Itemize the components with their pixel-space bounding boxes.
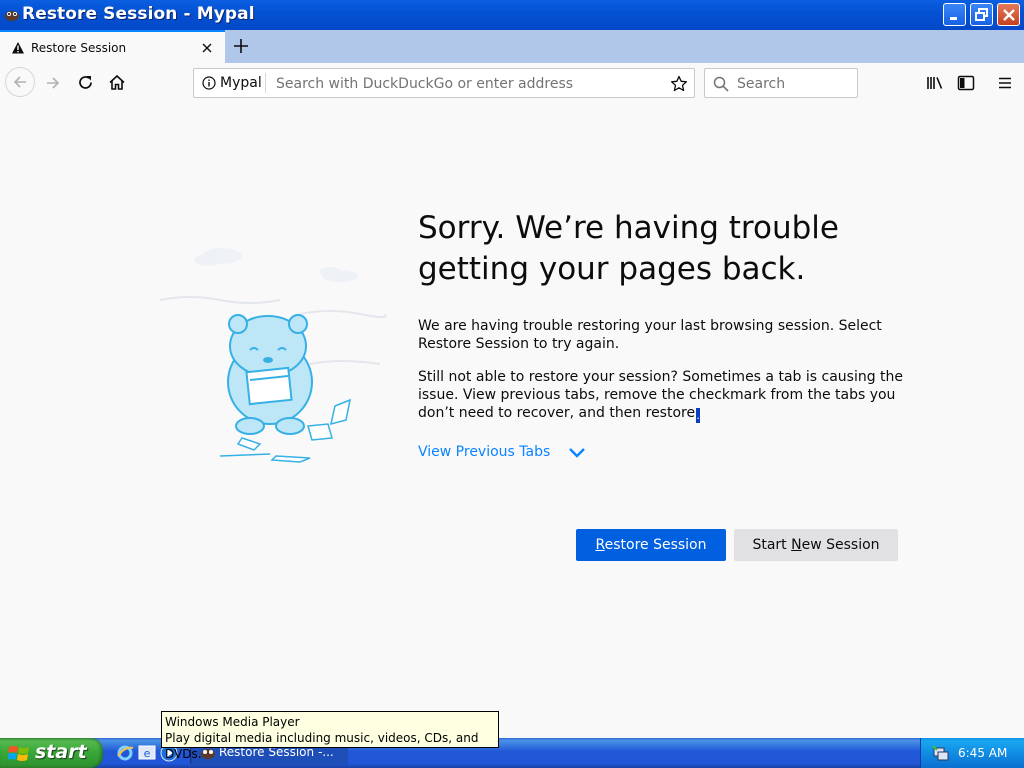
close-icon bbox=[1003, 9, 1015, 21]
internet-explorer-icon[interactable] bbox=[116, 744, 134, 762]
taskbar: start e Restore Session -... 6:45 AM bbox=[0, 738, 1024, 768]
minimize-button[interactable] bbox=[943, 3, 966, 26]
back-button[interactable] bbox=[5, 67, 35, 97]
bear-illustration bbox=[159, 248, 387, 463]
svg-text:e: e bbox=[144, 747, 151, 760]
view-previous-tabs-link[interactable]: View Previous Tabs bbox=[418, 444, 550, 460]
new-session-mnemonic: N bbox=[791, 537, 802, 553]
minimize-icon bbox=[950, 17, 957, 20]
window-titlebar: Restore Session - Mypal bbox=[0, 0, 1024, 30]
search-bar[interactable] bbox=[704, 68, 858, 98]
new-session-label-end: ew Session bbox=[801, 537, 880, 553]
site-identity-label[interactable]: Mypal bbox=[220, 75, 262, 91]
tooltip-title: Windows Media Player bbox=[165, 715, 300, 729]
warning-icon bbox=[12, 42, 24, 54]
start-button[interactable]: start bbox=[0, 738, 103, 768]
new-tab-icon[interactable] bbox=[232, 37, 250, 55]
restore-button-mnemonic: R bbox=[595, 537, 605, 553]
url-bar-separator bbox=[265, 73, 266, 93]
description-paragraph: We are having trouble restoring your las… bbox=[418, 318, 882, 352]
system-tray: 6:45 AM bbox=[920, 738, 1024, 768]
tab-label: Restore Session bbox=[31, 41, 127, 55]
back-arrow-icon bbox=[13, 76, 26, 88]
navigation-toolbar: Mypal bbox=[0, 63, 1024, 105]
library-icon[interactable] bbox=[926, 75, 944, 91]
help-paragraph-text: Still not able to restore your session? … bbox=[418, 369, 904, 421]
page-content: Sorry. We’re having trouble getting your… bbox=[0, 104, 1024, 738]
tab-strip: Restore Session bbox=[0, 30, 1024, 63]
taskbar-tooltip: Windows Media Player Play digital media … bbox=[161, 711, 499, 761]
mypal-logo-icon bbox=[5, 11, 19, 21]
system-clock: 6:45 AM bbox=[958, 746, 1008, 760]
tab-restore-session[interactable]: Restore Session bbox=[0, 30, 225, 63]
forward-arrow-icon[interactable] bbox=[45, 75, 61, 91]
window-title: Restore Session - Mypal bbox=[22, 4, 255, 24]
search-input[interactable] bbox=[735, 73, 854, 95]
tooltip-description: Play digital media including music, vide… bbox=[165, 731, 479, 761]
new-session-label-start: Start bbox=[752, 537, 792, 553]
address-input[interactable] bbox=[274, 73, 658, 95]
start-label: start bbox=[35, 741, 87, 763]
restore-session-button[interactable]: Restore Session bbox=[576, 529, 726, 561]
network-icon[interactable] bbox=[932, 744, 950, 762]
info-icon[interactable] bbox=[202, 76, 216, 90]
show-desktop-icon[interactable]: e bbox=[138, 744, 156, 762]
page-title: Sorry. We’re having trouble getting your… bbox=[418, 210, 839, 287]
chevron-down-icon[interactable] bbox=[568, 447, 586, 459]
start-new-session-button[interactable]: Start New Session bbox=[734, 529, 898, 561]
url-bar[interactable]: Mypal bbox=[193, 68, 695, 98]
restore-button[interactable] bbox=[970, 3, 993, 26]
tab-close-icon[interactable] bbox=[200, 41, 214, 55]
help-paragraph: Still not able to restore your session? … bbox=[418, 368, 904, 423]
restore-button-label: estore Session bbox=[604, 537, 707, 553]
restore-icon bbox=[975, 8, 988, 21]
text-selection-highlight: . bbox=[696, 408, 701, 423]
bookmark-star-icon[interactable] bbox=[670, 75, 688, 93]
home-icon[interactable] bbox=[108, 74, 126, 91]
windows-flag-icon bbox=[8, 746, 29, 761]
menu-hamburger-icon[interactable] bbox=[997, 75, 1013, 91]
search-icon bbox=[713, 76, 729, 92]
sidebar-icon[interactable] bbox=[957, 75, 975, 91]
reload-icon[interactable] bbox=[77, 74, 94, 91]
close-button[interactable] bbox=[997, 3, 1020, 26]
